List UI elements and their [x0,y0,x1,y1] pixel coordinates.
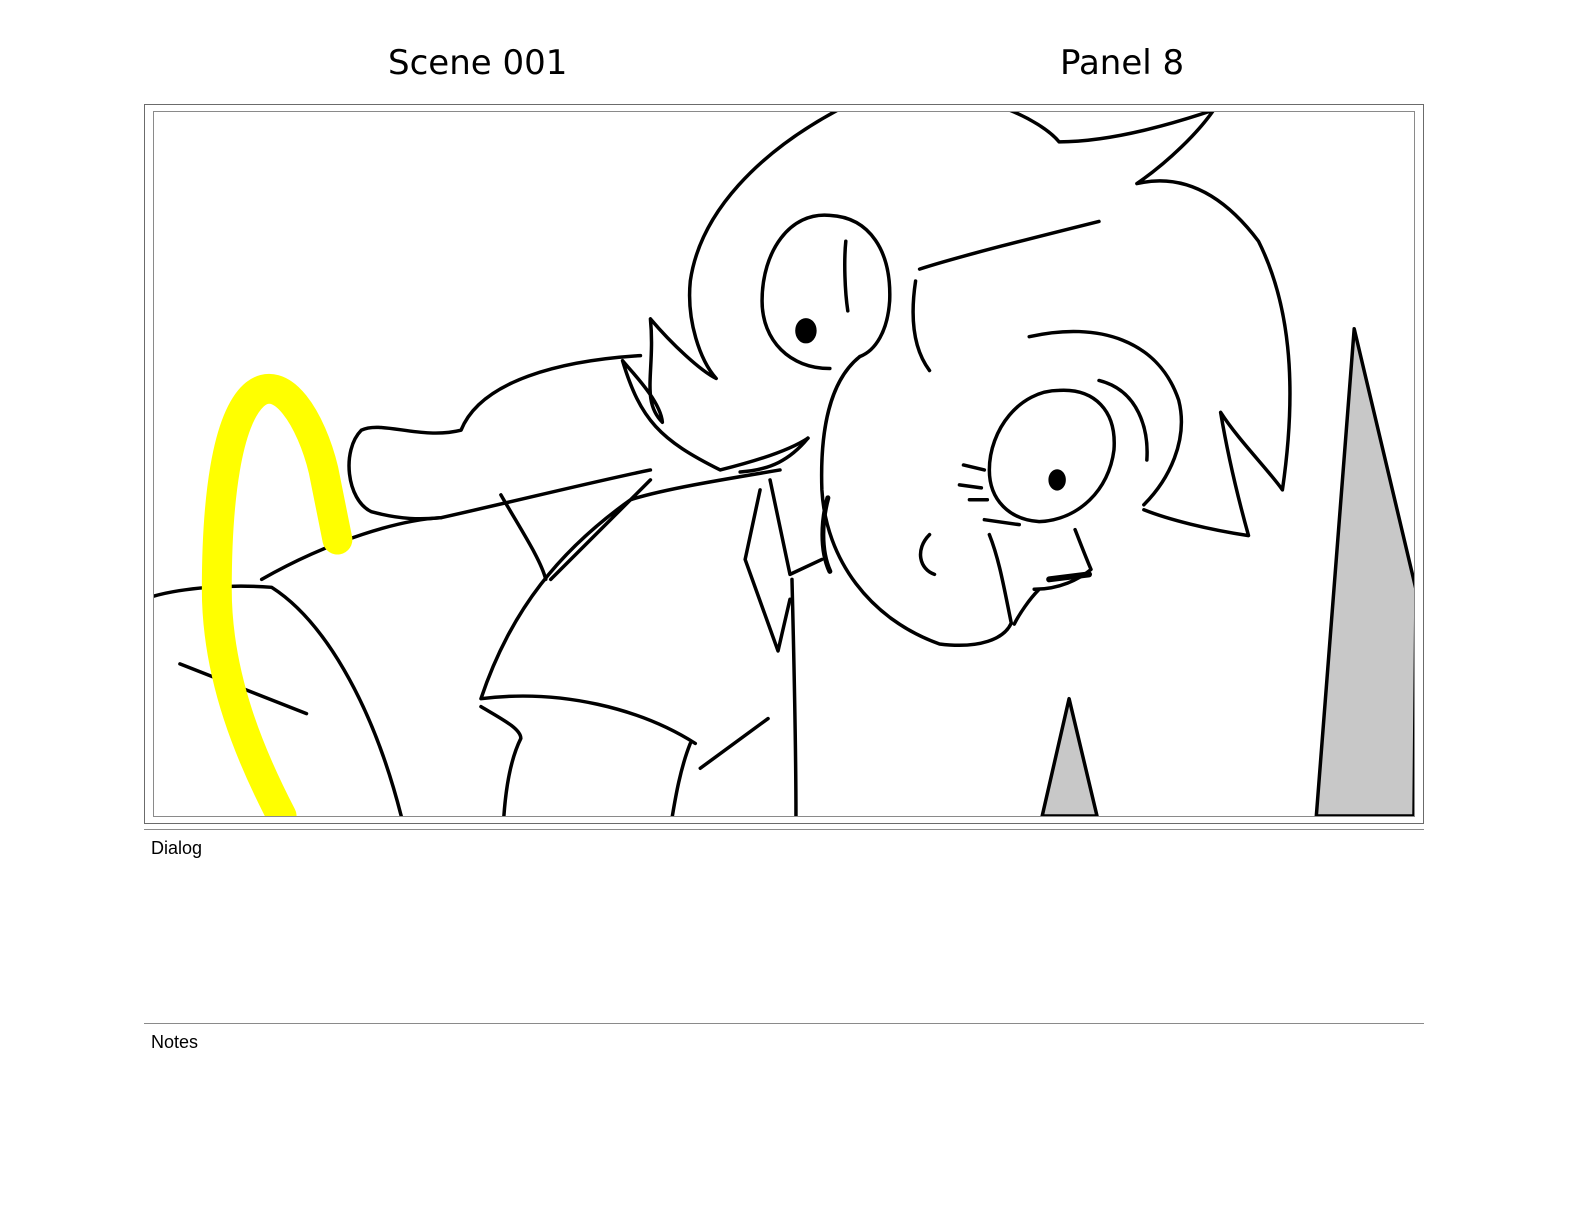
panel-image [153,111,1415,817]
right-eye [987,388,1116,524]
torso [479,468,798,816]
scene-title: Scene 001 [388,43,568,83]
left-eye [760,213,892,371]
dialog-divider [144,829,1424,830]
notes-text-area[interactable] [144,1056,1424,1206]
panel-title: Panel 8 [1060,43,1185,83]
hair [620,112,838,472]
left-pupil [795,318,817,344]
yellow-highlight-stroke [201,374,353,816]
arm-line [259,515,443,582]
lower-arm [670,741,693,816]
sleeve [479,493,548,816]
cheek-marks [918,463,1021,577]
bangs [911,219,1184,507]
dialog-label: Dialog [151,838,203,858]
notes-label: Notes [151,1032,199,1052]
face [819,354,1093,647]
storyboard-sketch [154,112,1414,816]
mouth [1046,571,1093,583]
panel-frame [144,104,1424,824]
gray-spike-large [1314,327,1414,816]
right-pupil [1048,469,1066,491]
notes-divider [144,1023,1424,1024]
dialog-text-area[interactable] [144,862,1424,1017]
gray-spike-small [1040,696,1099,816]
